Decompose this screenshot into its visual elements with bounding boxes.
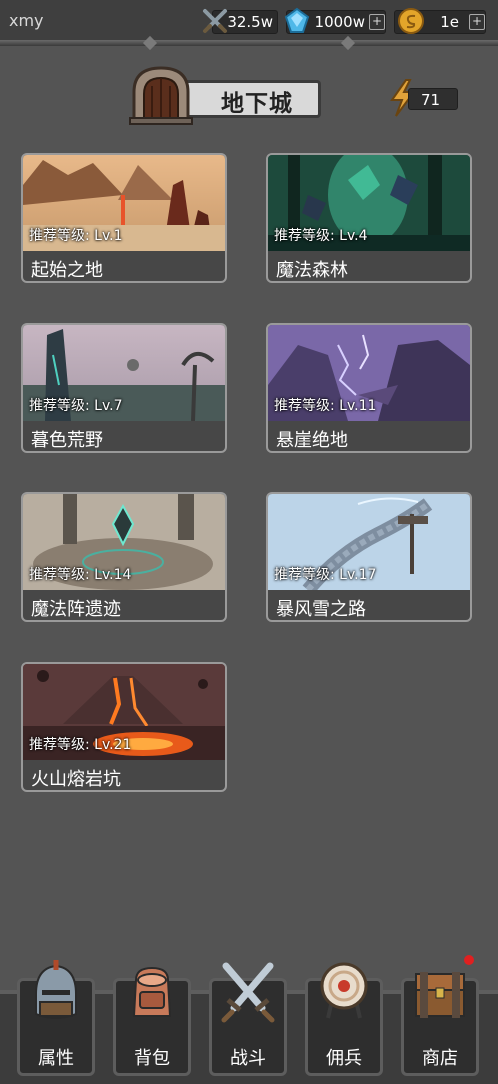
recommended-level: 推荐等级: Lv.7 — [29, 398, 123, 414]
coins-resource: 1e + — [394, 8, 486, 34]
power-resource: 32.5w — [203, 9, 278, 34]
nav-backpack[interactable]: 背包 — [113, 966, 191, 1076]
nav-shop[interactable]: 商店 — [401, 972, 479, 1076]
dungeon-card-starting-land[interactable]: 推荐等级: Lv.1 起始之地 — [21, 153, 227, 283]
nav-label: 佣兵 — [326, 1048, 362, 1069]
power-value: 32.5w — [227, 13, 273, 31]
recommended-level: 推荐等级: Lv.21 — [29, 737, 132, 753]
top-bar-trim — [0, 40, 498, 46]
gems-resource: 1000w + — [284, 7, 386, 34]
nav-label: 背包 — [134, 1048, 170, 1069]
knight-helmet-icon — [35, 960, 77, 1019]
page-title: 地下城 — [221, 91, 293, 117]
dungeon-card-magic-circle-ruins[interactable]: 推荐等级: Lv.14 魔法阵遗迹 — [21, 492, 227, 622]
nav-battle[interactable]: 战斗 — [209, 962, 287, 1076]
dungeon-name: 魔法阵遗迹 — [31, 599, 121, 620]
dungeon-card-blizzard-road[interactable]: 推荐等级: Lv.17 暴风雪之路 — [266, 492, 472, 622]
nav-attributes[interactable]: 属性 — [17, 960, 95, 1076]
dungeon-name: 暮色荒野 — [31, 430, 103, 451]
recommended-level: 推荐等级: Lv.1 — [29, 228, 123, 244]
dungeon-card-perilous-cliff[interactable]: 推荐等级: Lv.11 悬崖绝地 — [266, 323, 472, 453]
dungeon-card-magic-forest[interactable]: 推荐等级: Lv.4 魔法森林 — [266, 153, 472, 283]
add-coins-button[interactable]: + — [469, 14, 485, 30]
recommended-level: 推荐等级: Lv.11 — [274, 398, 377, 414]
recommended-level: 推荐等级: Lv.14 — [29, 567, 132, 583]
backpack-icon — [132, 966, 172, 1017]
nav-label: 属性 — [38, 1048, 74, 1069]
dungeon-card-volcano-lava-pit[interactable]: 推荐等级: Lv.21 火山熔岩坑 — [21, 662, 227, 792]
energy-counter: 71 — [408, 88, 458, 110]
nav-label: 商店 — [422, 1048, 458, 1069]
dungeon-name: 起始之地 — [31, 260, 103, 281]
dungeon-door-icon — [129, 66, 193, 125]
crossed-swords-icon — [221, 962, 275, 1023]
crossed-swords-icon — [203, 9, 227, 33]
nav-mercenaries[interactable]: 佣兵 — [305, 962, 383, 1076]
treasure-chest-icon — [415, 972, 465, 1018]
dungeon-card-twilight-wilds[interactable]: 推荐等级: Lv.7 暮色荒野 — [21, 323, 227, 453]
shop-notification-dot — [464, 955, 474, 965]
dungeon-name: 魔法森林 — [276, 260, 348, 281]
add-gems-button[interactable]: + — [369, 14, 385, 30]
username: xmy — [9, 11, 44, 30]
recommended-level: 推荐等级: Lv.17 — [274, 567, 377, 583]
archery-target-icon — [320, 962, 368, 1019]
nav-label: 战斗 — [230, 1048, 266, 1069]
dungeon-name: 悬崖绝地 — [276, 430, 348, 451]
gold-coin-icon — [398, 8, 424, 34]
dungeon-name: 火山熔岩坑 — [31, 769, 121, 790]
blue-gem-icon — [284, 7, 310, 33]
dungeon-name: 暴风雪之路 — [276, 599, 366, 620]
recommended-level: 推荐等级: Lv.4 — [274, 228, 368, 244]
